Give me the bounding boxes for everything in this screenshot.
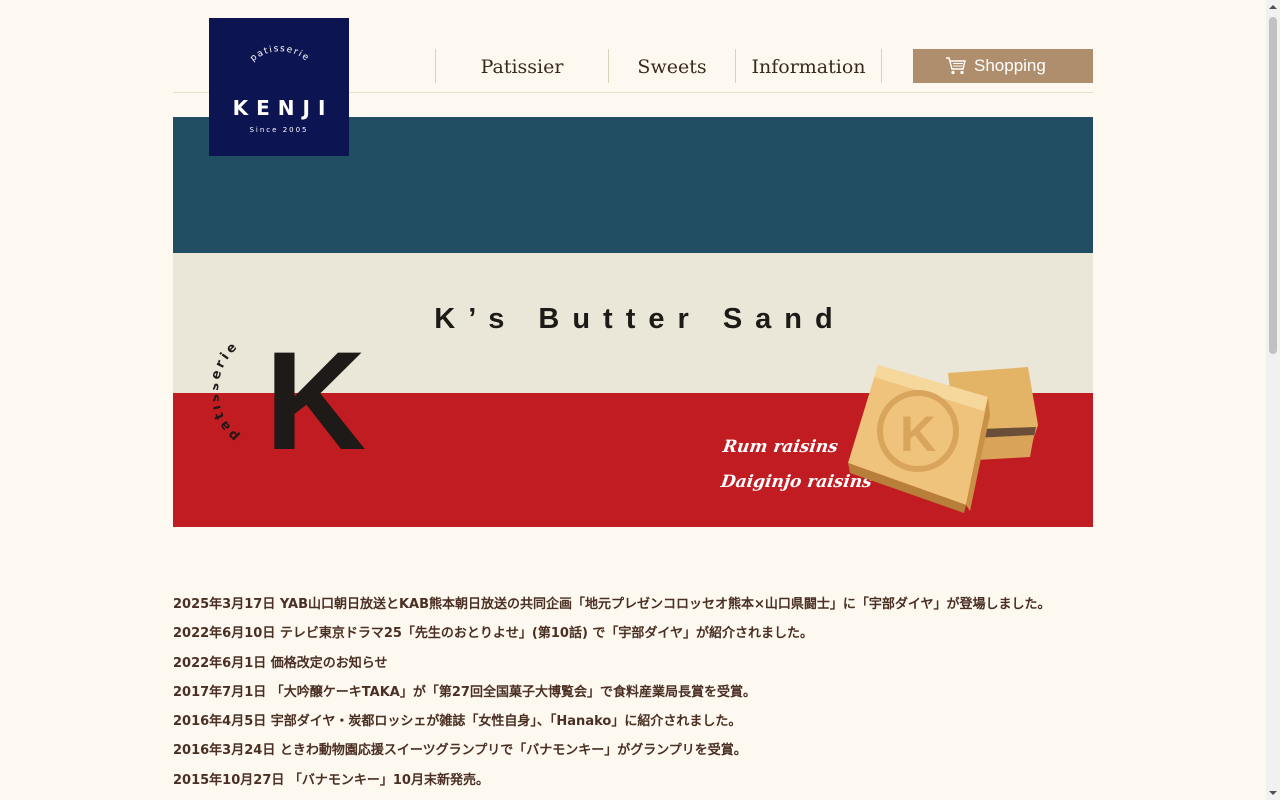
hero-k-arc-text: patisserie [213, 338, 239, 444]
butter-sand-image: K [848, 365, 1038, 513]
news-item[interactable]: 2017年7月1日 「大吟醸ケーキTAKA」が「第27回全国菓子大博覧会」で食料… [173, 682, 1093, 711]
hero-subtitle-rum: Rum raisins [721, 437, 840, 457]
hero-k-monogram: patisserie K [213, 327, 366, 467]
svg-text:patisserie: patisserie [213, 338, 242, 444]
shopping-button[interactable]: Shopping [913, 49, 1093, 83]
page: patisserie KENJI Since 2005 Patissier Sw… [0, 0, 1266, 800]
svg-text:patisserie: patisserie [249, 44, 312, 64]
nav-sweets[interactable]: Sweets [609, 49, 735, 83]
shopping-label: Shopping [974, 56, 1046, 75]
news-list: 2025年3月17日 YAB山口朝日放送とKAB熊本朝日放送の共同企画「地元プレ… [173, 594, 1093, 799]
svg-text:K: K [900, 406, 936, 462]
nav-information[interactable]: Information [736, 49, 881, 83]
logo-name: KENJI [232, 96, 334, 120]
news-item[interactable]: 2016年4月5日 宇部ダイヤ・炭都ロッシェが雑誌「女性自身」、「Hanako」… [173, 711, 1093, 740]
scrollbar-thumb[interactable] [1269, 17, 1277, 354]
page-scrollbar[interactable] [1266, 0, 1280, 800]
scroll-down-arrow-icon[interactable] [1266, 786, 1280, 800]
nav-divider [881, 49, 882, 83]
scroll-up-arrow-icon[interactable] [1266, 0, 1280, 14]
logo-arc: patisserie [249, 44, 312, 64]
site-logo[interactable]: patisserie KENJI Since 2005 [209, 18, 349, 156]
news-item[interactable]: 2015年10月27日 「バナモンキー」10月末新発売。 [173, 770, 1093, 799]
hero-banner[interactable]: K’s Butter Sand patisserie K Rum raisins… [173, 117, 1093, 527]
news-item[interactable]: 2025年3月17日 YAB山口朝日放送とKAB熊本朝日放送の共同企画「地元プレ… [173, 594, 1093, 623]
logo-arc-text: patisserie [249, 44, 310, 64]
news-item[interactable]: 2016年3月24日 ときわ動物園応援スイーツグランプリで「バナモンキー」がグラ… [173, 740, 1093, 769]
nav-patissier[interactable]: Patissier [436, 49, 608, 83]
news-item[interactable]: 2022年6月10日 テレビ東京ドラマ25「先生のおとりよせ」(第10話) で「… [173, 623, 1093, 652]
logo-since: Since 2005 [249, 126, 309, 134]
cart-icon [946, 57, 966, 75]
hero-k-letter: K [265, 327, 366, 467]
news-item[interactable]: 2022年6月1日 価格改定のお知らせ [173, 653, 1093, 682]
